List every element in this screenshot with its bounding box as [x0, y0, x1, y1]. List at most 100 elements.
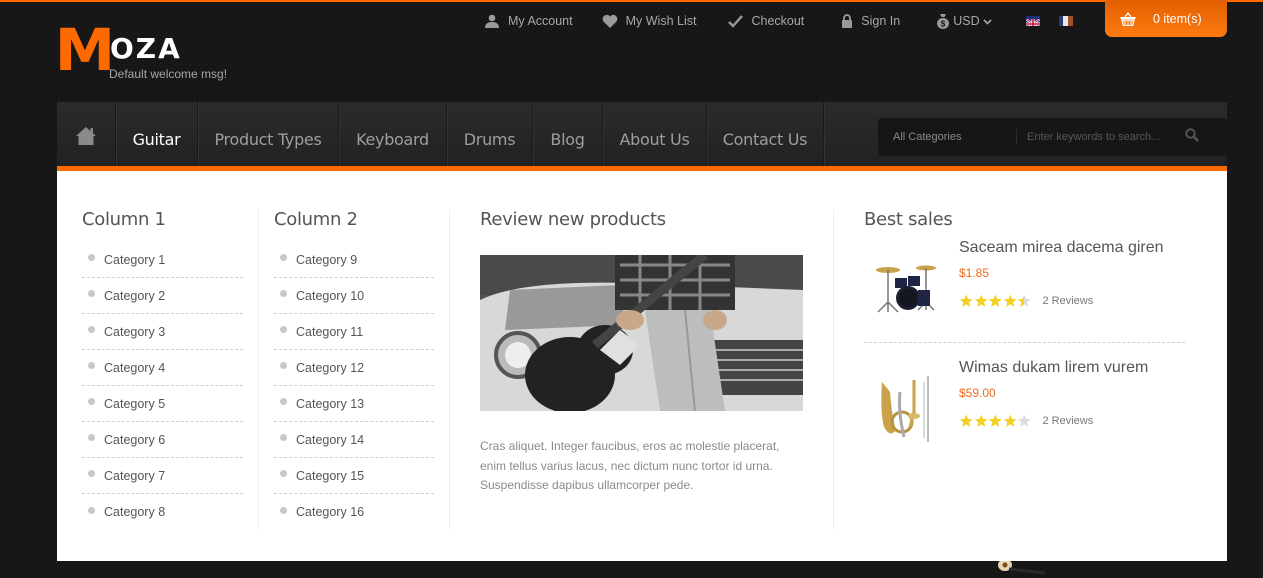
- category-link[interactable]: Category 4: [82, 350, 243, 386]
- category-link[interactable]: Category 12: [274, 350, 434, 386]
- bullet-icon: [88, 470, 95, 477]
- bullet-icon: [280, 362, 287, 369]
- category-link[interactable]: Category 9: [274, 242, 434, 278]
- svg-text:$: $: [941, 20, 946, 29]
- category-label: Category 7: [104, 468, 166, 483]
- category-link[interactable]: Category 2: [82, 278, 243, 314]
- star-full-icon: [974, 294, 988, 307]
- star-full-icon: [974, 414, 988, 427]
- rating-stars: [959, 294, 1032, 308]
- search-button[interactable]: [1182, 127, 1202, 147]
- bullet-icon: [280, 434, 287, 441]
- rating-stars: [959, 414, 1032, 428]
- category-link[interactable]: Category 11: [274, 314, 434, 350]
- home-icon: [75, 126, 97, 150]
- checkout-link[interactable]: Checkout: [727, 13, 804, 29]
- currency-selector[interactable]: $ USD: [936, 13, 992, 29]
- search-input[interactable]: [1027, 131, 1177, 143]
- category-label: Category 14: [296, 432, 365, 447]
- brass-instruments-image[interactable]: [870, 372, 944, 446]
- bullet-icon: [88, 326, 95, 333]
- my-account-label: My Account: [508, 14, 573, 28]
- category-label: Category 16: [296, 505, 365, 519]
- category-link[interactable]: Category 7: [82, 458, 243, 494]
- chevron-down-icon: [983, 14, 992, 28]
- check-icon: [727, 13, 743, 29]
- drum-kit-image[interactable]: [870, 252, 944, 326]
- best-sales-title: Best sales: [864, 209, 953, 230]
- category-link[interactable]: Category 16: [274, 494, 434, 530]
- france-flag-icon[interactable]: [1058, 16, 1073, 26]
- lock-icon: [839, 13, 855, 29]
- uk-flag-icon[interactable]: [1025, 16, 1040, 26]
- star-full-icon: [959, 414, 973, 427]
- column-2-title: Column 2: [274, 209, 358, 230]
- category-link[interactable]: Category 15: [274, 458, 434, 494]
- product-rating: 2 Reviews: [959, 294, 1164, 308]
- category-link[interactable]: Category 10: [274, 278, 434, 314]
- search-icon: [1185, 127, 1199, 147]
- wish-list-link[interactable]: My Wish List: [602, 13, 697, 29]
- guitar-player-photo[interactable]: [480, 255, 803, 411]
- bullet-icon: [88, 362, 95, 369]
- star-full-icon: [988, 294, 1002, 307]
- sign-in-link[interactable]: Sign In: [839, 13, 900, 29]
- review-description: Cras aliquet. Integer faucibus, eros ac …: [480, 439, 780, 492]
- nav-item-guitar[interactable]: Guitar: [116, 102, 198, 166]
- category-label: Category 1: [104, 252, 166, 267]
- money-bag-icon: $: [936, 13, 950, 29]
- category-label: Category 8: [104, 505, 166, 519]
- best-sales-column: Best sales Saceam mirea dacema giren $1.…: [864, 209, 1194, 459]
- category-label: Category 3: [104, 324, 166, 339]
- top-links: My Account My Wish List Checkout Sign In…: [484, 12, 1092, 30]
- search-category-select[interactable]: All Categories: [878, 129, 1017, 145]
- category-link[interactable]: Category 13: [274, 386, 434, 422]
- cart-button[interactable]: 0 item(s): [1105, 0, 1227, 37]
- checkout-label: Checkout: [751, 14, 805, 28]
- nav-home[interactable]: [57, 102, 116, 166]
- nav-item-drums[interactable]: Drums: [447, 102, 533, 166]
- top-accent-bar: [0, 0, 1263, 2]
- product-price: $1.85: [959, 266, 990, 280]
- category-link[interactable]: Category 6: [82, 422, 243, 458]
- bullet-icon: [280, 398, 287, 405]
- product-divider: [864, 342, 1185, 343]
- column-2-list: Category 9 Category 10 Category 11 Categ…: [274, 242, 434, 530]
- main-nav: Guitar Product Types Keyboard Drums Blog…: [57, 102, 1227, 166]
- product-price: $59.00: [959, 386, 996, 400]
- user-icon: [484, 13, 500, 29]
- category-label: Category 6: [104, 432, 166, 447]
- star-half-icon: [1017, 294, 1031, 307]
- reviews-link[interactable]: 2 Reviews: [1043, 415, 1094, 427]
- column-1-title: Column 1: [82, 209, 166, 230]
- product-card: Wimas dukam lirem vurem $59.00 2 Reviews: [864, 359, 1194, 459]
- reviews-link[interactable]: 2 Reviews: [1043, 295, 1094, 307]
- nav-item-about-us[interactable]: About Us: [603, 102, 707, 166]
- wish-list-label: My Wish List: [625, 14, 697, 28]
- category-link[interactable]: Category 3: [82, 314, 243, 350]
- product-name[interactable]: Saceam mirea dacema giren: [959, 239, 1164, 257]
- my-account-link[interactable]: My Account: [484, 13, 573, 29]
- nav-item-contact-us[interactable]: Contact Us: [707, 102, 824, 166]
- column-divider: [258, 209, 259, 529]
- sign-in-label: Sign In: [861, 14, 901, 28]
- category-link[interactable]: Category 14: [274, 422, 434, 458]
- menu-column-2: Column 2 Category 9 Category 10 Category…: [274, 209, 434, 530]
- currency-label: USD: [953, 14, 980, 28]
- category-link[interactable]: Category 8: [82, 494, 243, 530]
- category-link[interactable]: Category 5: [82, 386, 243, 422]
- bullet-icon: [88, 434, 95, 441]
- category-link[interactable]: Category 1: [82, 242, 243, 278]
- column-divider: [833, 209, 834, 529]
- product-name[interactable]: Wimas dukam lirem vurem: [959, 359, 1148, 377]
- welcome-message: Default welcome msg!: [109, 67, 228, 81]
- product-card: Saceam mirea dacema giren $1.85 2 Review…: [864, 239, 1194, 342]
- bullet-icon: [88, 254, 95, 261]
- nav-item-blog[interactable]: Blog: [533, 102, 603, 166]
- category-label: Category 4: [104, 360, 166, 375]
- column-1-list: Category 1 Category 2 Category 3 Categor…: [82, 242, 243, 530]
- review-column: Review new products Cras aliquet. Intege…: [480, 209, 810, 496]
- nav-item-keyboard[interactable]: Keyboard: [339, 102, 447, 166]
- category-label: Category 2: [104, 288, 166, 303]
- nav-item-product-types[interactable]: Product Types: [198, 102, 339, 166]
